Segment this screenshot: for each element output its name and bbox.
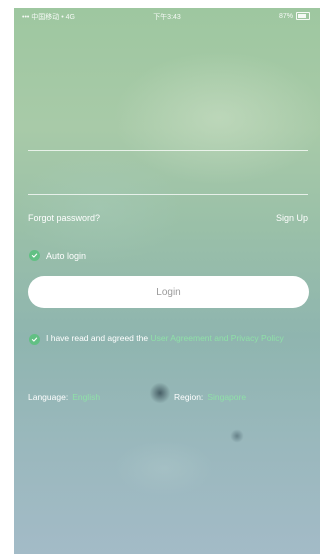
password-field-underline[interactable] [28, 194, 308, 195]
agreement-link[interactable]: User Agreement and Privacy Policy [150, 333, 283, 343]
battery-percent: 87% [278, 12, 293, 20]
checkmark-icon [29, 334, 40, 345]
agreement-checkbox[interactable]: I have read and agreed the User Agreemen… [29, 332, 309, 345]
auto-login-label: Auto login [46, 250, 87, 261]
battery-icon [296, 12, 310, 20]
status-time: 下午3:43 [153, 14, 181, 21]
language-selector[interactable]: Language: English [28, 392, 100, 402]
app-screen: ••• 中国移动 • 4G 下午3:43 87% Forgot password… [14, 8, 320, 554]
login-button[interactable]: Login [28, 276, 309, 308]
auto-login-toggle[interactable]: Auto login [29, 250, 86, 261]
status-bar: ••• 中国移动 • 4G 下午3:43 87% [14, 8, 320, 24]
agreement-text: I have read and agreed the User Agreemen… [29, 332, 309, 344]
language-value[interactable]: English [72, 392, 100, 402]
account-field-underline[interactable] [28, 150, 308, 151]
language-label: Language: [28, 392, 69, 402]
agreement-label: I have read and agreed the [46, 333, 149, 343]
region-selector[interactable]: Region: Singapore [174, 392, 246, 402]
region-value[interactable]: Singapore [207, 392, 246, 402]
battery-status: 87% [279, 12, 310, 20]
sign-up-link[interactable]: Sign Up [276, 213, 308, 223]
checkmark-icon [29, 250, 40, 261]
region-label: Region: [174, 392, 204, 402]
forgot-password-link[interactable]: Forgot password? [28, 213, 100, 223]
